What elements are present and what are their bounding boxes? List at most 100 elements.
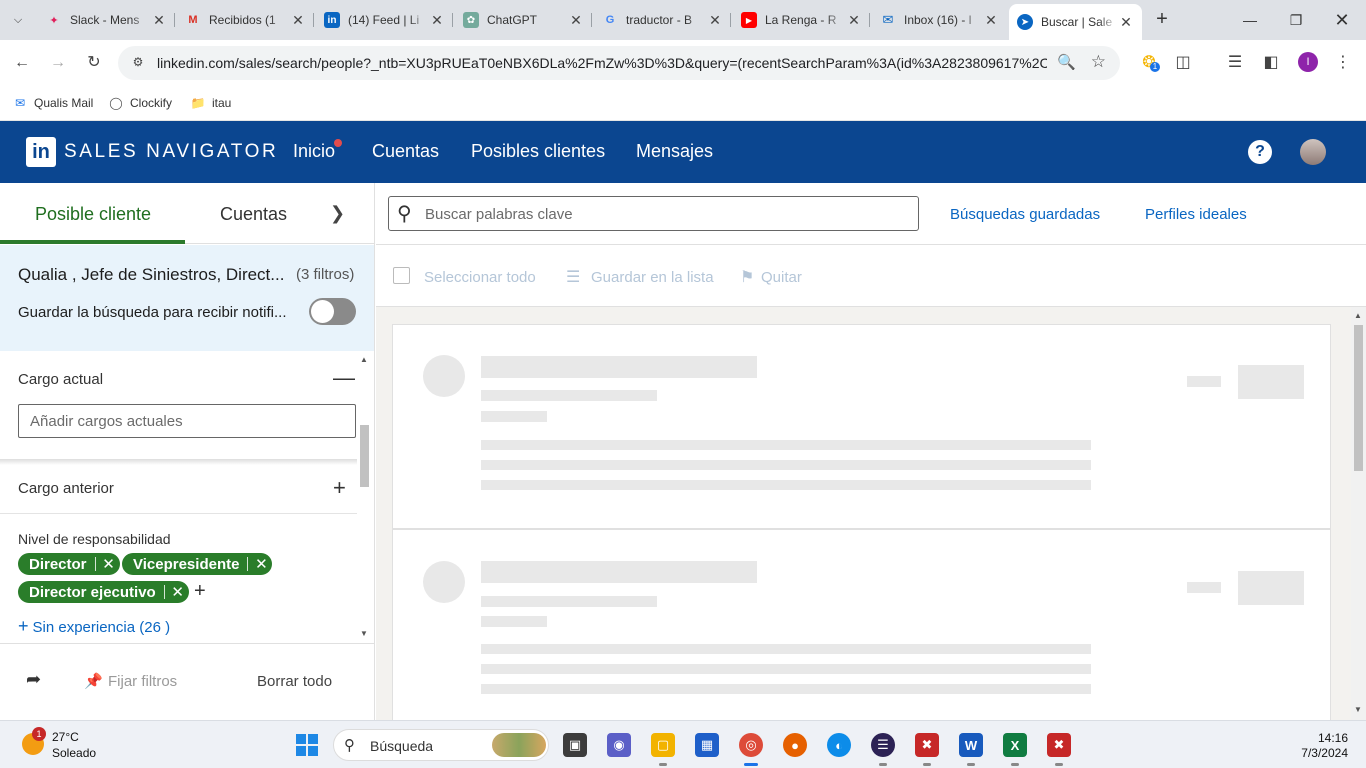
close-tab-icon[interactable]: ✕ [1118, 14, 1134, 31]
restore-icon[interactable]: ❐ [1284, 8, 1308, 32]
scroll-down-icon[interactable]: ▼ [1354, 705, 1362, 714]
select-all-checkbox[interactable] [393, 267, 410, 284]
close-tab-icon[interactable]: ✕ [568, 12, 584, 29]
bookmark-star-icon[interactable]: ☆ [1091, 52, 1106, 72]
chrome-icon[interactable]: ◎ [739, 733, 763, 757]
filter-pill-vicepresidente[interactable]: Vicepresidente ✕ [122, 553, 273, 575]
browser-tab-linkedin[interactable]: in (14) Feed | Li ✕ [316, 6, 453, 34]
add-level-plus-icon[interactable]: + [194, 580, 206, 603]
scroll-up-icon[interactable]: ▲ [1354, 311, 1362, 320]
nav-mensajes[interactable]: Mensajes [636, 141, 713, 162]
sin-experiencia-option[interactable]: + Sin experiencia (26 ) [18, 616, 170, 637]
browser-tab-gmail[interactable]: M Recibidos (1 ✕ [177, 6, 314, 34]
close-window-icon[interactable]: ✕ [1330, 8, 1354, 32]
excel-icon[interactable]: X [1003, 733, 1027, 757]
weather-condition[interactable]: Soleado [52, 746, 96, 760]
close-tab-icon[interactable]: ✕ [429, 12, 445, 29]
tab-cuentas[interactable]: Cuentas [220, 204, 287, 225]
windows-start-icon[interactable] [296, 734, 318, 756]
scrollbar-thumb[interactable] [1354, 325, 1363, 471]
select-all-label[interactable]: Seleccionar todo [424, 269, 536, 286]
remove-pill-icon[interactable]: ✕ [102, 555, 116, 573]
site-info-icon[interactable]: ⚙ [130, 55, 146, 71]
results-scrollbar[interactable]: ▲ ▼ [1351, 307, 1366, 720]
saved-search-title[interactable]: Qualia , Jefe de Siniestros, Direct... [18, 265, 284, 285]
file-explorer-icon[interactable]: ▢ [651, 733, 675, 757]
taskbar-search[interactable]: ⚲ Búsqueda [333, 729, 549, 761]
save-to-list-button[interactable]: Guardar en la lista [591, 269, 714, 286]
word-icon[interactable]: W [959, 733, 983, 757]
avatar[interactable] [1300, 139, 1326, 165]
scroll-up-icon[interactable]: ▲ [360, 355, 368, 364]
eclipse-icon[interactable]: ☰ [871, 733, 895, 757]
new-tab-icon[interactable]: + [1150, 8, 1174, 32]
back-icon[interactable]: ← [9, 50, 35, 76]
close-tab-icon[interactable]: ✕ [151, 12, 167, 29]
clock-time[interactable]: 14:16 [1294, 731, 1348, 745]
clock-date[interactable]: 7/3/2024 [1294, 746, 1348, 760]
filter-scrollbar[interactable]: ▲ ▼ [358, 351, 372, 643]
url-text[interactable]: linkedin.com/sales/search/people?_ntb=XU… [157, 55, 1047, 71]
media-control-icon[interactable]: ☰ [1222, 50, 1248, 76]
tab-posible-cliente[interactable]: Posible cliente [35, 204, 151, 225]
browser-tab-inbox[interactable]: ✉ Inbox (16) - l ✕ [872, 6, 1007, 34]
nav-cuentas[interactable]: Cuentas [372, 141, 439, 162]
side-panel-icon[interactable]: ◧ [1258, 50, 1284, 76]
tab-search-chevron-icon[interactable]: ⌵ [6, 8, 30, 32]
expand-plus-icon[interactable]: + [333, 477, 346, 499]
ideal-profiles-link[interactable]: Perfiles ideales [1145, 206, 1247, 223]
help-icon[interactable]: ? [1248, 140, 1272, 164]
extensions-puzzle-icon[interactable]: ◫ [1170, 50, 1196, 76]
browser-tab-salesnav[interactable]: ➤ Buscar | Sale ✕ [1009, 4, 1142, 40]
scroll-down-icon[interactable]: ▼ [360, 629, 368, 638]
linkedin-logo[interactable]: in [26, 137, 56, 167]
teams-icon[interactable]: ◉ [607, 733, 631, 757]
browser-tab-google[interactable]: G traductor - B ✕ [594, 6, 731, 34]
keyword-search[interactable]: ⚲ Buscar palabras clave [388, 196, 919, 231]
remote-app-icon[interactable]: ✖ [915, 733, 939, 757]
store-icon[interactable]: ▦ [695, 733, 719, 757]
close-tab-icon[interactable]: ✕ [846, 12, 862, 29]
filter-pill-director[interactable]: Director ✕ [18, 553, 120, 575]
search-input[interactable]: Buscar palabras clave [425, 206, 573, 223]
task-view-icon[interactable]: ▣ [563, 733, 587, 757]
scrollbar-thumb[interactable] [360, 425, 369, 487]
close-tab-icon[interactable]: ✕ [290, 12, 306, 29]
collapse-minus-icon[interactable]: — [333, 367, 355, 389]
bookmark-qualis-mail[interactable]: ✉ Qualis Mail [12, 92, 93, 114]
brand-title[interactable]: SALES NAVIGATOR [64, 141, 278, 163]
search-icon: ⚲ [344, 737, 355, 754]
remote-app-icon[interactable]: ✖ [1047, 733, 1071, 757]
nav-posibles-clientes[interactable]: Posibles clientes [471, 141, 605, 162]
forward-icon[interactable]: → [45, 50, 71, 76]
pin-filters-button[interactable]: Fijar filtros [108, 673, 177, 690]
clear-all-button[interactable]: Borrar todo [257, 673, 332, 690]
share-arrow-icon[interactable]: ➦ [26, 669, 41, 690]
zoom-icon[interactable]: 🔍 [1057, 53, 1076, 71]
browser-tab-slack[interactable]: ✦ Slack - Mens ✕ [38, 6, 175, 34]
close-tab-icon[interactable]: ✕ [707, 12, 723, 29]
tab-title: Slack - Mens [70, 13, 140, 27]
remove-button[interactable]: Quitar [761, 269, 802, 286]
minimize-icon[interactable]: — [1238, 8, 1262, 32]
filter-pill-director-ejecutivo[interactable]: Director ejecutivo ✕ [18, 581, 189, 603]
menu-kebab-icon[interactable]: ⋮ [1330, 50, 1356, 76]
saved-searches-link[interactable]: Búsquedas guardadas [950, 206, 1100, 223]
bookmark-clockify[interactable]: ◯ Clockify [108, 92, 172, 114]
weather-temperature[interactable]: 27°C [52, 730, 79, 744]
bookmark-itau[interactable]: 📁 itau [190, 92, 232, 114]
chevron-right-icon[interactable]: ❯ [330, 203, 345, 224]
firefox-icon[interactable]: ● [783, 733, 807, 757]
browser-tab-chatgpt[interactable]: ✿ ChatGPT ✕ [455, 6, 592, 34]
remove-pill-icon[interactable]: ✕ [171, 583, 185, 601]
profile-avatar[interactable]: I [1298, 52, 1318, 72]
remove-pill-icon[interactable]: ✕ [254, 555, 268, 573]
browser-tab-youtube[interactable]: ▶ La Renga - R ✕ [733, 6, 870, 34]
reload-icon[interactable]: ↻ [81, 50, 107, 76]
notify-toggle[interactable] [309, 298, 356, 325]
close-tab-icon[interactable]: ✕ [983, 12, 999, 29]
address-bar[interactable]: ⚙ linkedin.com/sales/search/people?_ntb=… [118, 46, 1120, 80]
edge-icon[interactable]: ◐ [827, 733, 851, 757]
nav-inicio[interactable]: Inicio [293, 141, 335, 162]
cargo-actual-input[interactable]: Añadir cargos actuales [18, 404, 356, 438]
